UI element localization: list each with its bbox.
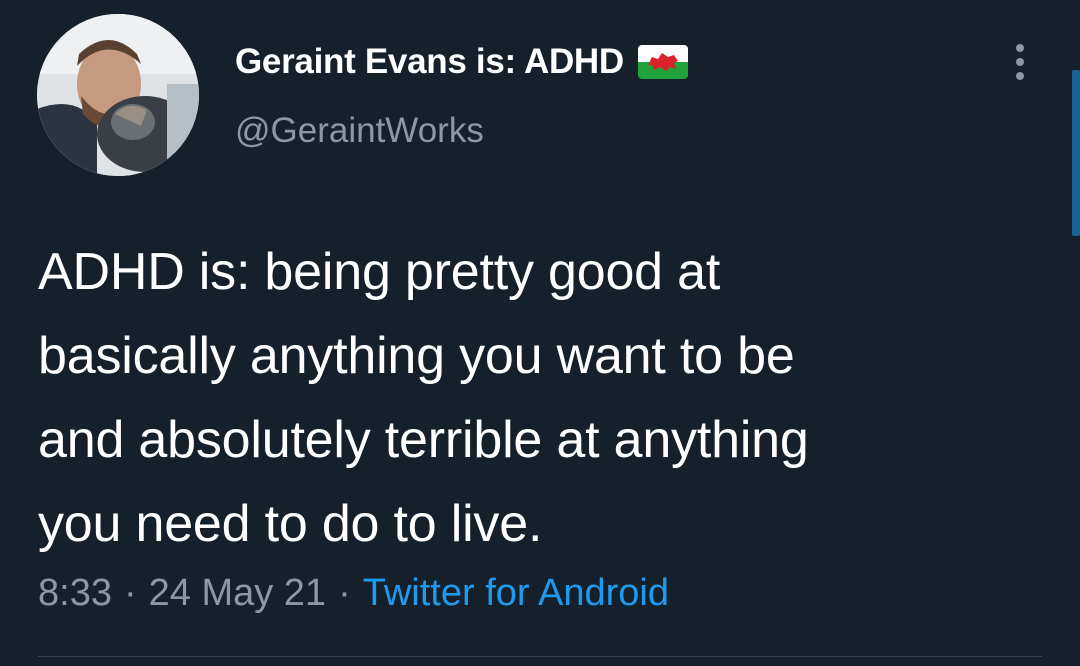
scrollbar[interactable]	[1072, 70, 1080, 236]
tweet-text-line: ADHD is: being pretty good at	[38, 243, 721, 301]
author-name-row[interactable]: Geraint Evans is: ADHD	[235, 40, 688, 84]
more-options-icon[interactable]	[1005, 40, 1035, 84]
more-dot	[1016, 72, 1024, 80]
tweet-text-line: you need to do to live.	[38, 495, 543, 553]
more-dot	[1016, 44, 1024, 52]
tweet-text: ADHD is: being pretty good at basically …	[38, 230, 1058, 566]
separator: ·	[123, 571, 137, 614]
tweet-meta: 8:33 · 24 May 21 · Twitter for Android	[38, 570, 669, 616]
tweet-date[interactable]: 24 May 21	[149, 572, 326, 615]
tweet-source-link[interactable]: Twitter for Android	[363, 572, 669, 615]
more-dot	[1016, 58, 1024, 66]
wales-flag-icon	[637, 45, 688, 79]
display-name[interactable]: Geraint Evans is: ADHD	[235, 42, 624, 82]
avatar[interactable]	[37, 14, 199, 176]
divider	[38, 656, 1042, 657]
tweet-text-line: basically anything you want to be	[38, 327, 795, 385]
tweet-text-line: and absolutely terrible at anything	[38, 411, 809, 469]
tweet-time[interactable]: 8:33	[38, 572, 112, 615]
author-handle[interactable]: @GeraintWorks	[235, 111, 484, 151]
separator: ·	[338, 571, 351, 614]
tweet: Geraint Evans is: ADHD @GeraintWorks ADH…	[0, 0, 1080, 666]
